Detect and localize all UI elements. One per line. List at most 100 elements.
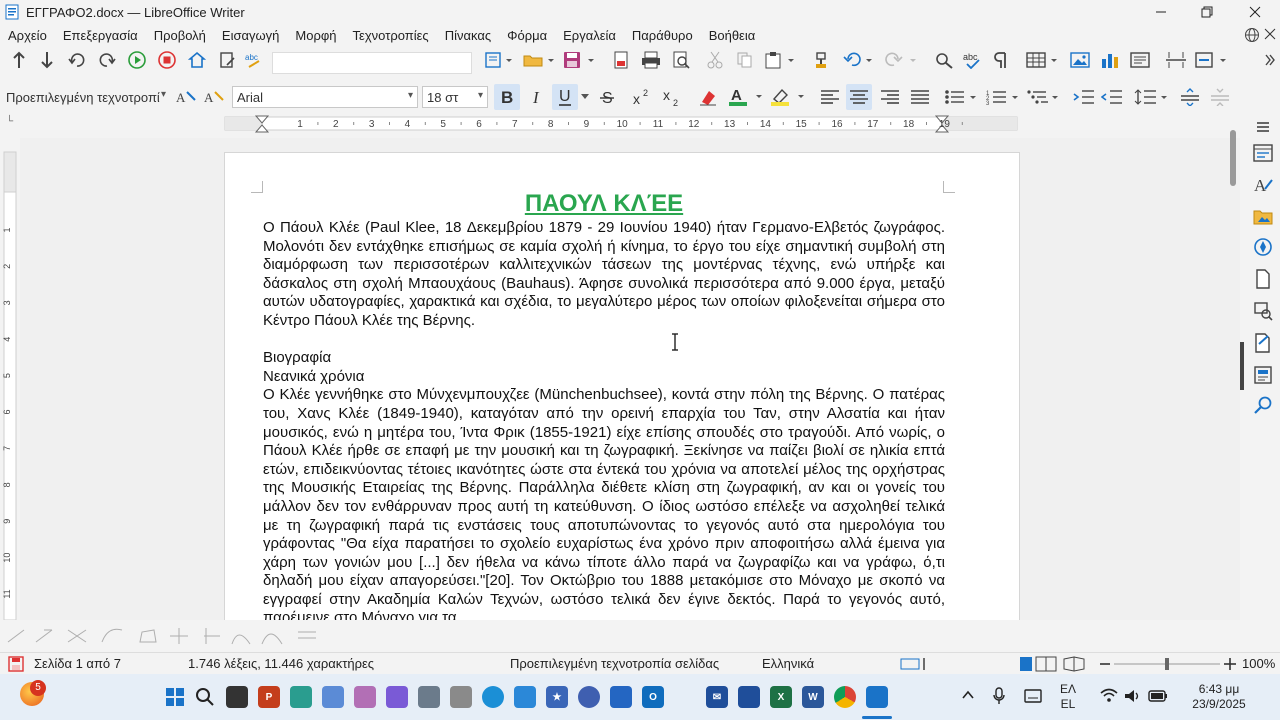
app-icon-blue[interactable] [322, 686, 344, 708]
app-icon-image[interactable] [738, 686, 760, 708]
outlook-icon[interactable]: O [642, 686, 664, 708]
open-folder-icon[interactable] [522, 48, 556, 72]
spelling-icon[interactable]: abc [962, 48, 986, 72]
menu-help[interactable]: Βοήθεια [701, 28, 764, 43]
underline-button[interactable]: U [552, 84, 578, 110]
excel-icon[interactable]: X [770, 686, 792, 708]
clone-formatting-icon[interactable] [810, 48, 832, 72]
menu-table[interactable]: Πίνακας [437, 28, 499, 43]
mail-icon[interactable]: ✉ [706, 686, 728, 708]
manage-changes-icon[interactable] [1252, 332, 1274, 354]
update-globe-icon[interactable] [1244, 27, 1260, 43]
menu-file[interactable]: Αρχείο [0, 28, 55, 43]
app-icon-purple[interactable] [386, 686, 408, 708]
input-language[interactable]: ΕΛ EL [1060, 682, 1076, 712]
app-icon-gray[interactable] [450, 686, 472, 708]
rotate-left-icon[interactable] [66, 48, 88, 72]
print-preview-icon[interactable] [670, 48, 692, 72]
paste-icon[interactable] [764, 48, 800, 72]
page-edit-icon[interactable] [216, 48, 238, 72]
export-dropdown-icon[interactable] [482, 48, 516, 72]
tab-stop-selector[interactable]: └ [6, 116, 13, 127]
document-body[interactable]: ΠΑΟΥΛ ΚΛΈΕ Ο Πάουλ Κλέε (Paul Klee, 18 Δ… [263, 189, 945, 620]
zoom-slider[interactable] [1098, 656, 1238, 672]
vertical-ruler[interactable]: 1 2 3 4 5 6 7 8 9 10 11 [0, 138, 20, 621]
restore-button[interactable] [1184, 0, 1230, 24]
close-document-icon[interactable] [1264, 28, 1276, 40]
find-replace-icon[interactable] [932, 48, 956, 72]
volume-icon[interactable] [1124, 688, 1142, 704]
underline-dropdown-icon[interactable] [580, 85, 590, 109]
insert-chart-icon[interactable] [1098, 48, 1122, 72]
font-name-select[interactable]: Arial ▾ [232, 86, 418, 108]
powerpoint-icon[interactable]: P [258, 686, 280, 708]
url-input[interactable] [272, 52, 472, 74]
menu-view[interactable]: Προβολή [146, 28, 214, 43]
update-style-icon[interactable]: A [174, 85, 198, 109]
word-count[interactable]: 1.746 λέξεις, 11.446 χαρακτήρες [188, 656, 374, 671]
previous-icon[interactable] [8, 48, 30, 72]
play-icon[interactable] [126, 48, 148, 72]
navigator-icon[interactable] [1252, 236, 1274, 258]
menu-styles[interactable]: Τεχνοτροπίες [345, 28, 437, 43]
print-icon[interactable] [640, 48, 662, 72]
save-icon[interactable] [562, 48, 598, 72]
page-count[interactable]: Σελίδα 1 από 7 [34, 656, 121, 671]
page-icon[interactable] [1252, 268, 1274, 290]
styles-icon[interactable]: A [1252, 174, 1274, 196]
scrollbar-thumb[interactable] [1230, 130, 1236, 186]
line-spacing-icon[interactable] [1134, 85, 1170, 109]
menu-window[interactable]: Παράθυρο [624, 28, 701, 43]
decrease-indent-icon[interactable] [1100, 85, 1124, 109]
app-icon-circle[interactable] [578, 686, 600, 708]
font-size-select[interactable]: 18 στ ▾ [422, 86, 488, 108]
view-layout-icons[interactable] [1018, 656, 1092, 672]
body-paragraph[interactable]: Ο Κλέε γεννήθηκε στο Μύνχενμπουχζεε (Mün… [263, 386, 945, 620]
new-style-icon[interactable]: A [202, 85, 226, 109]
selection-mode-icon[interactable] [900, 658, 932, 670]
minimize-button[interactable] [1138, 0, 1184, 24]
decrease-spacing-icon[interactable] [1208, 85, 1232, 109]
justify-icon[interactable] [908, 85, 932, 109]
microphone-icon[interactable] [992, 687, 1006, 705]
outline-list-icon[interactable] [1026, 85, 1062, 109]
toolbar-overflow-icon[interactable] [1262, 48, 1278, 72]
subscript-icon[interactable]: x2 [660, 85, 684, 109]
copy-icon[interactable] [734, 48, 756, 72]
heading-biography[interactable]: Βιογραφία [263, 349, 945, 368]
text-box-icon[interactable] [1128, 48, 1152, 72]
document-canvas[interactable]: ΠΑΟΥΛ ΚΛΈΕ Ο Πάουλ Κλέε (Paul Klee, 18 Δ… [20, 138, 1240, 620]
numbered-list-icon[interactable]: 123 [986, 85, 1022, 109]
style-inspector-icon[interactable] [1252, 300, 1274, 322]
menu-form[interactable]: Φόρμα [499, 28, 555, 43]
chevron-up-icon[interactable] [962, 690, 974, 700]
strikethrough-icon[interactable]: S [596, 85, 618, 109]
horizontal-ruler[interactable]: 1 2 3 4 5 6 7 8 9 10 11 12 13 14 15 16 17 18 19 └ [0, 114, 1240, 136]
superscript-icon[interactable]: x2 [630, 85, 654, 109]
calculator-icon[interactable] [418, 686, 440, 708]
insert-table-icon[interactable] [1024, 48, 1062, 72]
document-modified-icon[interactable] [8, 656, 24, 672]
align-right-icon[interactable] [878, 85, 902, 109]
close-button[interactable] [1232, 0, 1278, 24]
export-pdf-icon[interactable] [610, 48, 632, 72]
search-icon[interactable] [194, 686, 216, 708]
insert-image-icon[interactable] [1068, 48, 1092, 72]
wifi-icon[interactable] [1100, 688, 1118, 704]
redo-icon[interactable] [884, 48, 920, 72]
chrome-icon[interactable] [834, 686, 856, 708]
document-page[interactable]: ΠΑΟΥΛ ΚΛΈΕ Ο Πάουλ Κλέε (Paul Klee, 18 Δ… [224, 152, 1020, 620]
intro-paragraph[interactable]: Ο Πάουλ Κλέε (Paul Klee, 18 Δεκεμβρίου 1… [263, 219, 945, 331]
undo-icon[interactable] [842, 48, 878, 72]
app-icon-star[interactable]: ★ [546, 686, 568, 708]
document-title[interactable]: ΠΑΟΥΛ ΚΛΈΕ [263, 189, 945, 219]
find-icon[interactable] [1252, 394, 1274, 416]
app-icon-screen[interactable] [514, 686, 536, 708]
vertical-scrollbar[interactable] [1228, 126, 1240, 620]
italic-button[interactable]: I [526, 85, 548, 109]
keyboard-icon[interactable] [1024, 689, 1042, 703]
rotate-right-icon[interactable] [96, 48, 118, 72]
bold-button[interactable]: B [494, 84, 520, 110]
gallery-icon[interactable] [1252, 206, 1274, 228]
clock[interactable]: 6:43 μμ 23/9/2025 [1192, 682, 1246, 712]
